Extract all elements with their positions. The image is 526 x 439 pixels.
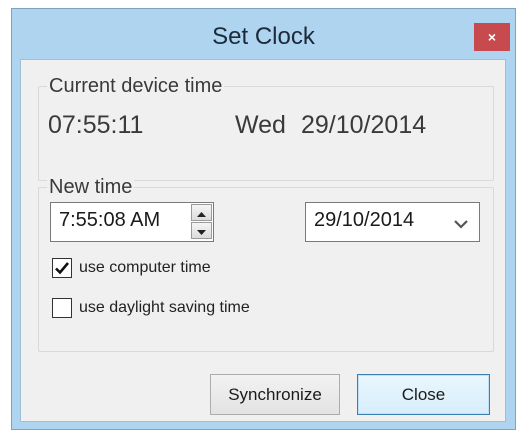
time-spinner bbox=[191, 204, 212, 240]
current-device-time-group: Current device time 07:55:11 Wed 29/10/2… bbox=[38, 75, 494, 181]
current-weekday-value: Wed bbox=[235, 111, 286, 139]
time-picker-value: 7:55:08 AM bbox=[59, 209, 161, 231]
spin-up-button[interactable] bbox=[191, 204, 212, 221]
synchronize-button[interactable]: Synchronize bbox=[210, 374, 340, 415]
window-title: Set Clock bbox=[212, 23, 315, 50]
chevron-down-icon bbox=[454, 220, 468, 229]
spin-down-button[interactable] bbox=[191, 222, 212, 239]
use-daylight-saving-checkbox[interactable] bbox=[52, 298, 72, 318]
use-computer-time-label[interactable]: use computer time bbox=[79, 259, 211, 277]
close-window-button[interactable]: × bbox=[474, 23, 510, 51]
current-time-value: 07:55:11 bbox=[48, 111, 144, 139]
spin-up-icon bbox=[197, 212, 206, 217]
date-picker[interactable]: 29/10/2014 bbox=[305, 202, 480, 242]
title-bar[interactable]: Set Clock × bbox=[12, 9, 515, 64]
new-time-legend: New time bbox=[47, 176, 135, 199]
spin-down-icon bbox=[197, 230, 206, 235]
current-device-time-legend: Current device time bbox=[47, 75, 225, 98]
close-button[interactable]: Close bbox=[357, 374, 490, 415]
date-picker-value: 29/10/2014 bbox=[314, 209, 415, 231]
dialog-body: Current device time 07:55:11 Wed 29/10/2… bbox=[20, 59, 506, 422]
use-daylight-saving-label[interactable]: use daylight saving time bbox=[79, 299, 250, 317]
set-clock-window: Set Clock × Current device time 07:55:11… bbox=[11, 8, 516, 430]
current-date-value: 29/10/2014 bbox=[301, 111, 427, 139]
new-time-group: New time 7:55:08 AM 29/10/2014 use compu… bbox=[38, 176, 494, 352]
use-computer-time-checkbox[interactable] bbox=[52, 258, 72, 278]
time-picker[interactable]: 7:55:08 AM bbox=[50, 202, 214, 242]
checkmark-icon bbox=[55, 262, 69, 275]
